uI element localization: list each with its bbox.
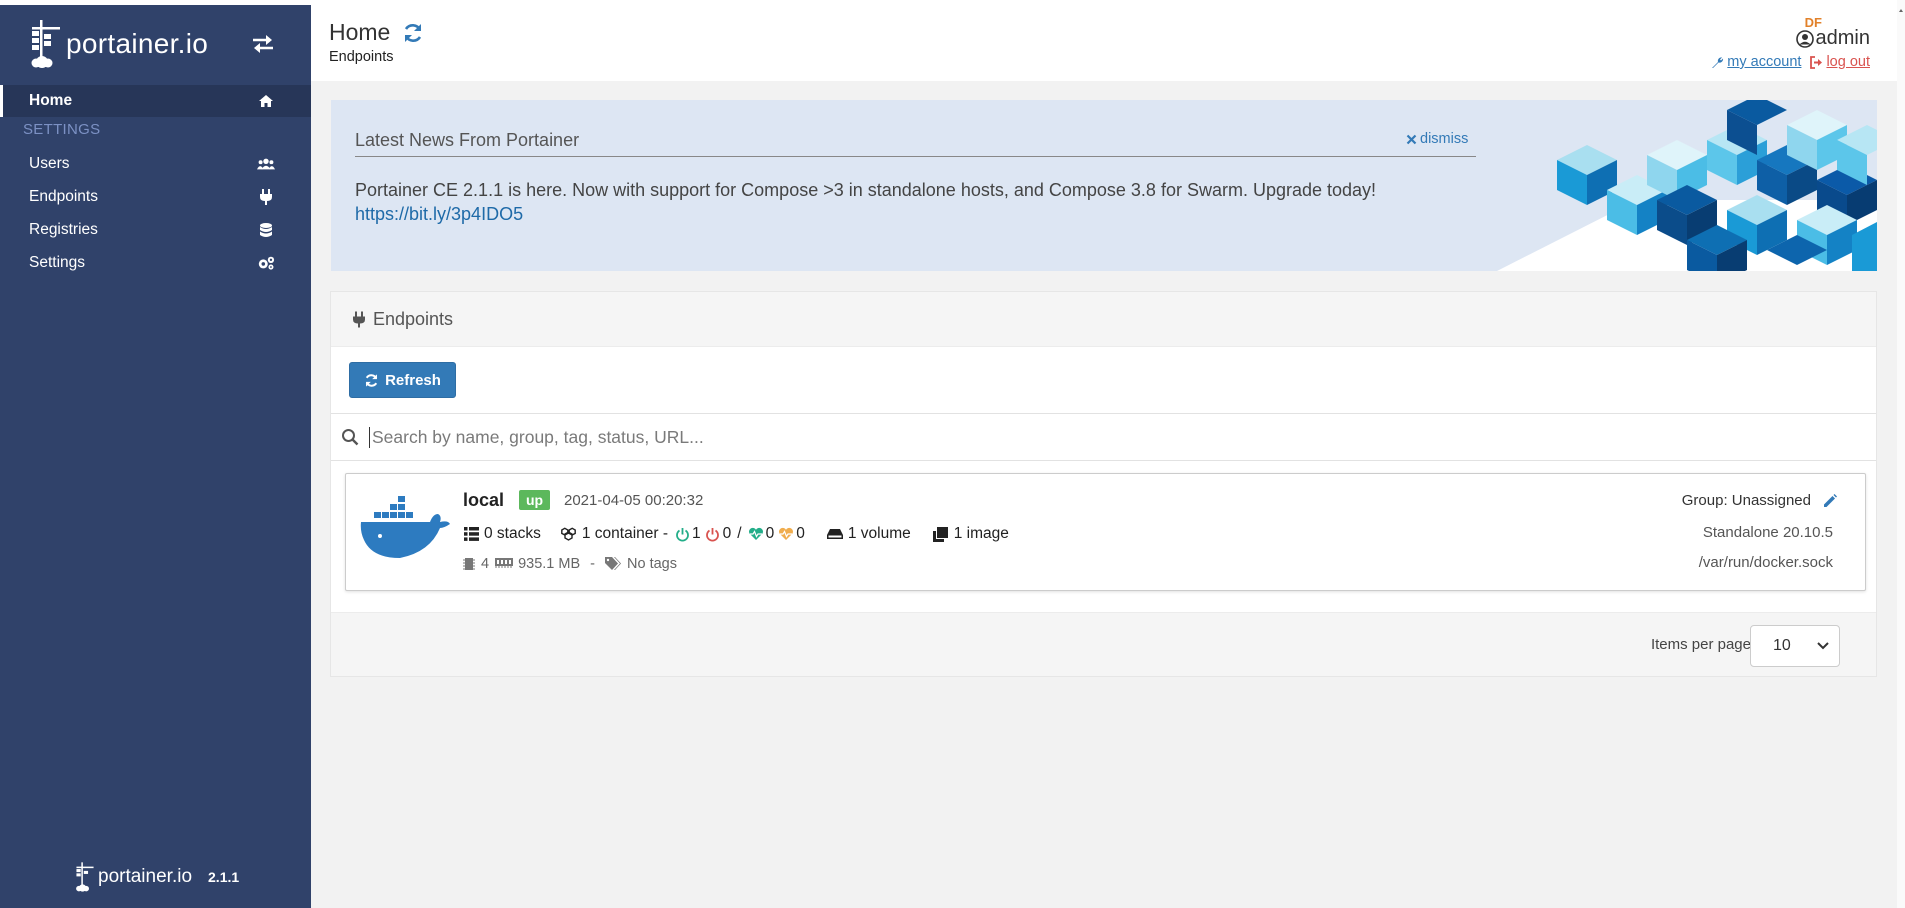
plug-icon [353,311,365,327]
search-icon [342,429,359,446]
sidebar-item-home[interactable]: Home [0,85,311,117]
container-separator: / [737,525,742,542]
power-running-icon [674,526,690,542]
cubes-illustration [1497,100,1877,271]
sidebar-item-label: Settings [29,254,86,271]
search-bar [331,413,1876,461]
heartbeat-healthy-icon [748,526,764,542]
footer-brand: portainer.io [98,866,193,887]
sign-out-icon [1810,55,1823,69]
news-title: Latest News From Portainer [355,130,580,150]
sidebar-item-settings[interactable]: Settings [0,247,311,279]
sidebar-item-users[interactable]: Users [0,148,311,180]
users-icon [257,155,275,173]
endpoints-panel: Endpoints Refresh Search by name, group,… [330,291,1877,677]
volumes-count: 1 volume [847,525,911,542]
close-icon [1406,134,1417,144]
tags-icon [605,557,623,571]
brand-logo[interactable]: portainer.io [28,15,288,73]
user-block: DF admin my account log out [1711,15,1870,70]
unhealthy-count: 0 [796,525,805,542]
main-content: Latest News From Portainer dismiss Porta… [311,81,1905,908]
hdd-icon [826,526,843,542]
toggle-sidebar-icon[interactable] [250,33,276,55]
brand-text: portainer.io [66,28,209,59]
docker-whale-icon [360,496,450,558]
cogs-icon [257,254,275,272]
database-icon [257,221,275,239]
cubes-icon [561,526,577,542]
page-title: Home [329,19,424,46]
search-input[interactable] [369,426,1769,448]
sidebar-item-label: Users [29,155,70,172]
memory-icon [495,557,515,571]
running-count: 1 [692,525,701,542]
sidebar-item-label: Home [29,92,73,109]
clone-icon [933,526,949,542]
items-per-page-select[interactable]: 10 [1750,625,1840,667]
stopped-count: 0 [722,525,732,542]
cpu-count: 4 [481,556,490,572]
endpoint-stats: 0 stacks 1 container - 1 0 / 0 0 1 volum… [463,525,1009,543]
settings-section-header: SETTINGS [23,121,101,138]
endpoint-group: Group: Unassigned [1682,492,1837,509]
endpoint-item-local[interactable]: local up 2021-04-05 00:20:32 0 stacks 1 … [345,473,1866,591]
dismiss-button[interactable]: dismiss [1406,131,1468,147]
status-badge: up [519,490,551,510]
healthy-count: 0 [765,525,775,542]
wrench-icon [1712,56,1724,68]
log-out-link[interactable]: log out [1809,54,1870,70]
endpoint-url: /var/run/docker.sock [1698,554,1833,571]
images-count: 1 image [953,525,1009,542]
news-panel: Latest News From Portainer dismiss Porta… [331,100,1877,271]
list-icon [463,526,479,542]
news-link[interactable]: https://bit.ly/3p4IDO5 [355,204,523,225]
endpoint-details: Group: Unassigned Standalone 20.10.5 /va… [1682,492,1837,571]
refresh-icon [365,373,378,387]
sidebar: portainer.io Home SETTINGS Users Endpoin… [0,5,311,908]
news-divider [355,156,1476,157]
page-title-text: Home [329,19,391,45]
portainer-logo-icon [31,20,60,68]
power-stopped-icon [705,526,721,542]
tags-label: No tags [627,556,677,572]
endpoint-engine: Standalone 20.10.5 [1702,524,1833,541]
user-links: my account log out [1711,54,1870,70]
edit-pencil-icon[interactable] [1823,493,1837,508]
pagination-footer: Items per page 10 [331,612,1876,676]
user-icon [1795,29,1814,48]
refresh-icon[interactable] [402,22,424,44]
sidebar-footer: portainer.io 2.1.1 [74,860,239,894]
endpoints-panel-title: Endpoints [373,308,454,329]
chevron-down-icon [1817,642,1829,650]
memory-amount: 935.1 MB [518,556,581,572]
sidebar-item-label: Registries [29,221,98,238]
endpoint-resources: 4 935.1 MB - No tags [463,556,677,572]
cpu-icon [463,557,477,571]
page-scrollbar[interactable] [1897,0,1905,908]
heartbeat-unhealthy-icon [778,526,794,542]
home-icon [257,92,275,110]
my-account-link[interactable]: my account [1711,54,1801,70]
sidebar-item-registries[interactable]: Registries [0,214,311,246]
news-text: Portainer CE 2.1.1 is here. Now with sup… [355,180,1377,200]
refresh-button[interactable]: Refresh [349,362,456,398]
user-initials: DF [1804,15,1822,30]
user-name: admin [1711,27,1870,50]
endpoints-panel-header: Endpoints [331,292,1876,347]
endpoint-name: local [463,490,505,510]
stacks-count: 0 stacks [484,525,541,542]
resource-separator: - [590,556,595,572]
top-bar: Home Endpoints DF admin my account log o… [311,5,1905,81]
plug-icon [257,188,275,206]
sidebar-item-label: Endpoints [29,188,98,205]
containers-count: 1 container - [581,525,669,542]
endpoint-date: 2021-04-05 00:20:32 [564,492,704,509]
version-label: 2.1.1 [208,869,240,885]
portainer-logo-icon [76,862,94,892]
breadcrumb: Endpoints [329,49,394,65]
items-per-page-label: Items per page [1650,636,1751,653]
sidebar-item-endpoints[interactable]: Endpoints [0,181,311,213]
